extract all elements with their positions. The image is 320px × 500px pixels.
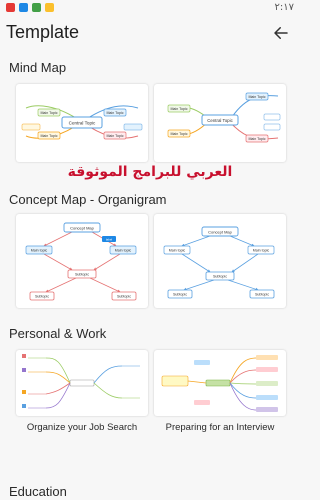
subtopic-label: Subtopic	[173, 292, 187, 296]
status-bar: ٢:١٧	[0, 0, 300, 16]
main-topic-label: Main Topic	[248, 137, 265, 141]
app-icon	[19, 3, 28, 12]
template-card-concept-map-2[interactable]: Concept Map Main topic Main topic Subtop…	[154, 214, 286, 308]
main-topic-label: Main Topic	[170, 107, 187, 111]
mind-map-preview: Central Topic Main Topic Main Topic Main…	[21, 105, 143, 140]
subtopic-label: Subtopic	[75, 272, 89, 276]
section-title-personal-work: Personal & Work	[9, 326, 107, 341]
template-card-mind-map-2[interactable]: Central Topic Main Topic Main Topic Main…	[154, 84, 286, 162]
main-topic-label: Main topic	[253, 248, 270, 252]
notification-icon	[6, 3, 15, 12]
card-caption-job-search: Organize your Job Search	[26, 422, 138, 433]
app-icon	[32, 3, 41, 12]
main-topic-label: Main topic	[115, 248, 132, 252]
app-icon	[45, 3, 54, 12]
main-topic-label: Main Topic	[170, 132, 187, 136]
subtopic-label: Subtopic	[213, 274, 227, 278]
central-topic-label: Central Topic	[207, 118, 233, 123]
central-topic-label: Central Topic	[69, 121, 96, 126]
back-button[interactable]	[270, 22, 292, 44]
concept-map-preview: Concept Map Main topic Main topic Subtop…	[163, 226, 275, 299]
page-title: Template	[6, 22, 80, 42]
watermark-text: العربي للبرامج الموثوقة	[67, 164, 233, 180]
main-topic-label: Main Topic	[40, 134, 57, 138]
mind-map-preview	[161, 355, 278, 412]
main-topic-label: Main Topic	[106, 134, 123, 138]
concept-map-top-label: Concept Map	[208, 229, 233, 234]
template-card-interview[interactable]	[154, 350, 286, 416]
concept-map-tag: label	[106, 237, 113, 241]
subtopic-label: Subtopic	[117, 294, 131, 298]
status-time: ٢:١٧	[274, 2, 294, 13]
section-title-mind-map: Mind Map	[9, 60, 67, 75]
status-icons	[6, 3, 54, 12]
template-card-job-search[interactable]	[16, 350, 148, 416]
main-topic-label: Main Topic	[106, 111, 123, 115]
section-title-concept-map: Concept Map - Organigram	[9, 192, 167, 207]
main-topic-label: Main Topic	[40, 111, 57, 115]
subtopic-label: Subtopic	[255, 292, 269, 296]
card-caption-interview: Preparing for an Interview	[165, 422, 275, 433]
mind-map-preview	[22, 354, 140, 409]
template-card-mind-map-1[interactable]: Central Topic Main Topic Main Topic Main…	[16, 84, 148, 162]
main-topic-label: Main Topic	[248, 95, 265, 99]
app-bar: Template	[0, 16, 300, 48]
concept-map-preview: Concept Map label Main topic Main topic …	[25, 222, 137, 301]
subtopic-label: Subtopic	[35, 294, 49, 298]
concept-map-top-label: Concept Map	[70, 225, 95, 230]
section-title-education: Education	[9, 484, 67, 499]
arrow-left-icon	[274, 27, 288, 39]
main-topic-label: Main topic	[31, 248, 48, 252]
template-card-concept-map-1[interactable]: Concept Map label Main topic Main topic …	[16, 214, 148, 308]
main-topic-label: Main topic	[169, 248, 186, 252]
mind-map-preview: Central Topic Main Topic Main Topic Main…	[167, 92, 281, 143]
